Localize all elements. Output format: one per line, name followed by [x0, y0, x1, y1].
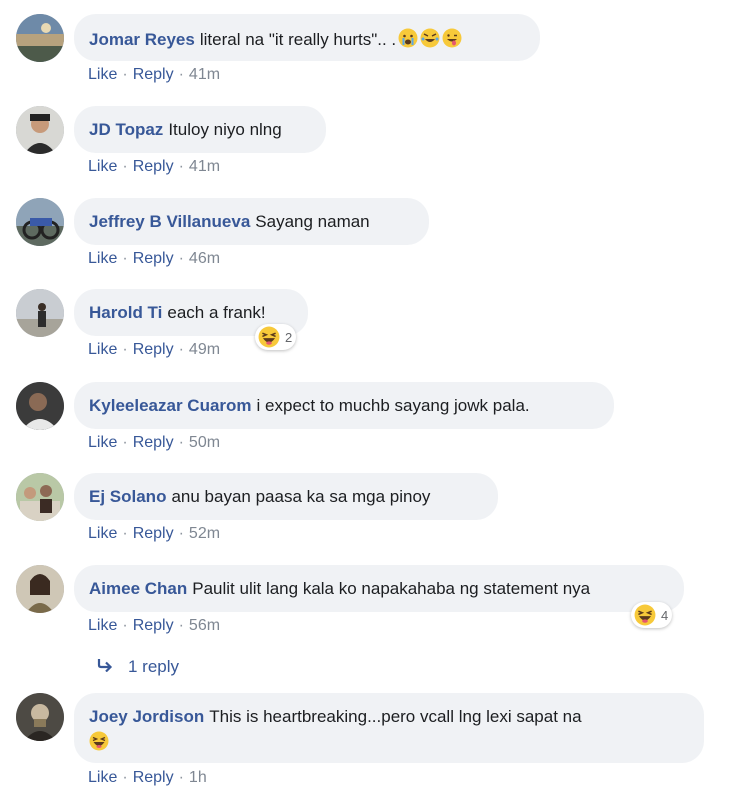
- separator: ·: [122, 434, 128, 451]
- view-replies-link[interactable]: 1 reply: [96, 657, 179, 677]
- separator: ·: [178, 434, 184, 451]
- avatar[interactable]: [16, 565, 64, 613]
- comment-timestamp[interactable]: 49m: [189, 341, 220, 358]
- separator: ·: [178, 341, 184, 358]
- like-link[interactable]: Like: [88, 250, 117, 267]
- comment-author[interactable]: JD Topaz: [89, 120, 163, 139]
- reaction-summary[interactable]: 2: [255, 324, 297, 350]
- comment-timestamp[interactable]: 56m: [189, 617, 220, 634]
- avatar[interactable]: [16, 198, 64, 246]
- comment-actions: Like · Reply · 52m: [88, 525, 220, 543]
- separator: ·: [122, 158, 128, 175]
- avatar[interactable]: [16, 106, 64, 154]
- reaction-count: 2: [285, 329, 293, 345]
- comment-author[interactable]: Kyleeleazar Cuarom: [89, 396, 252, 415]
- like-link[interactable]: Like: [88, 769, 117, 786]
- separator: ·: [178, 66, 184, 83]
- zany-face-icon: [442, 28, 462, 48]
- comment-bubble: Aimee Chan Paulit ulit lang kala ko napak…: [74, 565, 684, 612]
- like-link[interactable]: Like: [88, 434, 117, 451]
- comment-bubble: Joey Jordison This is heartbreaking...per…: [74, 693, 704, 763]
- separator: ·: [178, 769, 184, 786]
- reply-link[interactable]: Reply: [133, 769, 174, 786]
- avatar[interactable]: [16, 14, 64, 62]
- separator: ·: [122, 525, 128, 542]
- comment-actions: Like · Reply · 41m: [88, 158, 220, 176]
- comment-thread: Jomar Reyes literal na "it really hurts".…: [0, 0, 750, 790]
- comment-bubble: Ej Solano anu bayan paasa ka sa mga pinoy: [74, 473, 498, 520]
- comment-text: each a frank!: [167, 303, 266, 322]
- reaction-count: 4: [661, 607, 669, 623]
- separator: ·: [178, 525, 184, 542]
- crying-face-icon: [398, 28, 418, 48]
- comment-timestamp[interactable]: 41m: [189, 66, 220, 83]
- comment-timestamp[interactable]: 46m: [189, 250, 220, 267]
- comment-actions: Like · Reply · 49m: [88, 341, 220, 359]
- comment-text: i expect to muchb sayang jowk pala.: [256, 396, 530, 415]
- haha-reaction-icon: [634, 604, 656, 626]
- comment-author[interactable]: Jomar Reyes: [89, 30, 195, 49]
- reply-link[interactable]: Reply: [133, 617, 174, 634]
- separator: ·: [122, 769, 128, 786]
- comment-bubble: JD Topaz Ituloy niyo nlng: [74, 106, 326, 153]
- replies-count: 1 reply: [128, 657, 180, 676]
- separator: ·: [122, 250, 128, 267]
- avatar[interactable]: [16, 693, 64, 741]
- reply-link[interactable]: Reply: [133, 341, 174, 358]
- comment-timestamp[interactable]: 1h: [189, 769, 207, 786]
- like-link[interactable]: Like: [88, 525, 117, 542]
- avatar[interactable]: [16, 289, 64, 337]
- separator: ·: [122, 66, 128, 83]
- comment-author[interactable]: Joey Jordison: [89, 707, 204, 726]
- comment-author[interactable]: Jeffrey B Villanueva: [89, 212, 250, 231]
- reply-arrow-icon: [97, 659, 113, 673]
- comment-text: Paulit ulit lang kala ko napakahaba ng s…: [192, 579, 591, 598]
- comment-timestamp[interactable]: 41m: [189, 158, 220, 175]
- comment-text: Ituloy niyo nlng: [168, 120, 282, 139]
- separator: ·: [178, 250, 184, 267]
- separator: ·: [122, 341, 128, 358]
- comment-text: This is heartbreaking...pero vcall lng l…: [209, 707, 582, 726]
- comment-timestamp[interactable]: 52m: [189, 525, 220, 542]
- comment-actions: Like · Reply · 41m: [88, 66, 220, 84]
- like-link[interactable]: Like: [88, 341, 117, 358]
- comment-text: anu bayan paasa ka sa mga pinoy: [171, 487, 431, 506]
- avatar[interactable]: [16, 382, 64, 430]
- like-link[interactable]: Like: [88, 158, 117, 175]
- like-link[interactable]: Like: [88, 66, 117, 83]
- reply-link[interactable]: Reply: [133, 66, 174, 83]
- comment-bubble: Jeffrey B Villanueva Sayang naman: [74, 198, 429, 245]
- rofl-face-icon: [420, 28, 440, 48]
- comment-text: literal na "it really hurts".. .: [199, 30, 397, 49]
- reply-link[interactable]: Reply: [133, 525, 174, 542]
- like-link[interactable]: Like: [88, 617, 117, 634]
- comment-author[interactable]: Aimee Chan: [89, 579, 187, 598]
- comment-actions: Like · Reply · 50m: [88, 434, 220, 452]
- comment-bubble: Kyleeleazar Cuarom i expect to muchb saya…: [74, 382, 614, 429]
- comment-text: Sayang naman: [255, 212, 370, 231]
- comment-actions: Like · Reply · 1h: [88, 769, 207, 787]
- comment-bubble: Jomar Reyes literal na "it really hurts".…: [74, 14, 540, 61]
- haha-reaction-icon: [258, 326, 280, 348]
- separator: ·: [178, 158, 184, 175]
- comment-timestamp[interactable]: 50m: [189, 434, 220, 451]
- reply-link[interactable]: Reply: [133, 250, 174, 267]
- reply-link[interactable]: Reply: [133, 158, 174, 175]
- laughing-face-icon: [89, 731, 109, 751]
- reply-link[interactable]: Reply: [133, 434, 174, 451]
- separator: ·: [178, 617, 184, 634]
- comment-actions: Like · Reply · 56m: [88, 617, 220, 635]
- comment-actions: Like · Reply · 46m: [88, 250, 220, 268]
- comment-author[interactable]: Harold Ti: [89, 303, 162, 322]
- comment-author[interactable]: Ej Solano: [89, 487, 166, 506]
- reaction-summary[interactable]: 4: [631, 602, 673, 628]
- avatar[interactable]: [16, 473, 64, 521]
- separator: ·: [122, 617, 128, 634]
